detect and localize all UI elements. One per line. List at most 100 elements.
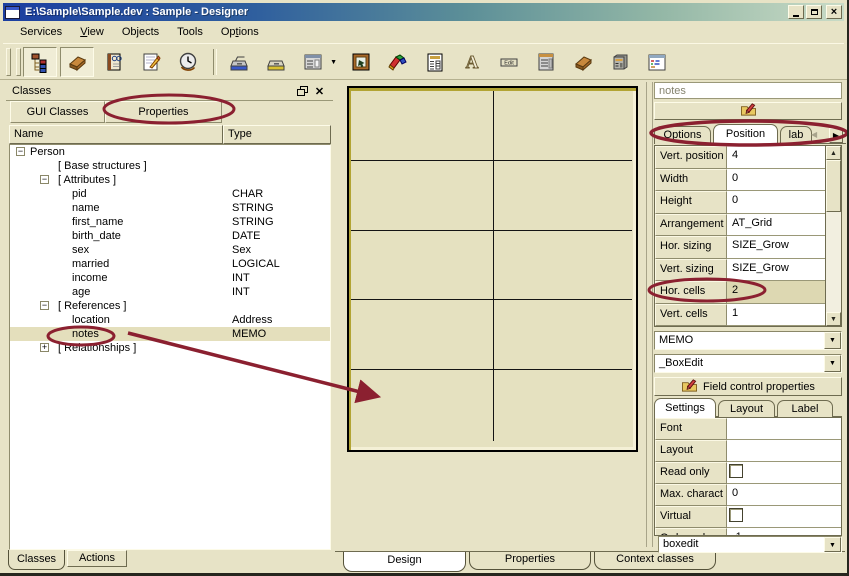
property-value[interactable]: -1 (727, 528, 841, 536)
edit-box-button[interactable]: Edit (492, 47, 526, 77)
book-glasses-button[interactable] (97, 47, 131, 77)
dropdown-arrow-icon[interactable]: ▼ (330, 59, 337, 66)
bottom-tab-properties[interactable]: Properties (469, 552, 591, 570)
bottom-combobox[interactable]: boxedit ▼ (658, 536, 842, 553)
class-tree-button[interactable] (23, 47, 57, 77)
svg-text:Edit: Edit (504, 60, 514, 66)
tab-lab[interactable]: lab (780, 126, 812, 144)
font-button[interactable]: A (455, 47, 489, 77)
property-value[interactable] (727, 462, 841, 484)
form-window-button[interactable]: ▼ (296, 47, 330, 77)
property-value[interactable]: SIZE_Grow (727, 236, 825, 259)
tree-item-type: STRING (232, 201, 274, 215)
property-value[interactable]: 4 (727, 146, 825, 169)
minimize-button[interactable] (788, 5, 804, 19)
bottom-combobox-arrow-icon[interactable]: ▼ (824, 537, 841, 552)
expand-icon[interactable]: + (40, 343, 49, 352)
tree-item-pid[interactable]: pidCHAR (10, 187, 330, 201)
tab-scroll-right-button[interactable]: ▶ (829, 128, 843, 143)
ribbon-button[interactable] (381, 47, 415, 77)
clock-button[interactable] (171, 47, 205, 77)
tree-item-sex[interactable]: sexSex (10, 243, 330, 257)
image-frame-button[interactable] (344, 47, 378, 77)
tab-label[interactable]: Label (777, 400, 833, 418)
tree-item-attributes[interactable]: −[ Attributes ] (10, 173, 330, 187)
bottom-tab-classes[interactable]: Classes (8, 550, 65, 570)
menu-options[interactable]: Options (212, 24, 268, 41)
tab-gui-classes[interactable]: GUI Classes (10, 101, 105, 123)
control-combobox-arrow-icon[interactable]: ▼ (824, 355, 841, 372)
column-header-type[interactable]: Type (223, 125, 331, 144)
maximize-button[interactable] (806, 5, 822, 19)
menu-view[interactable]: View (71, 24, 113, 41)
close-button[interactable]: × (826, 5, 842, 19)
property-value[interactable]: 0 (727, 191, 825, 214)
window-list-button[interactable] (529, 47, 563, 77)
scrollbar-down-button[interactable]: ▼ (826, 312, 841, 326)
collapse-icon[interactable]: − (40, 175, 49, 184)
collapse-icon[interactable]: − (40, 301, 49, 310)
control-combobox[interactable]: _BoxEdit ▼ (654, 354, 842, 373)
column-header-name[interactable]: Name (9, 125, 223, 144)
property-value[interactable] (727, 418, 841, 440)
field-control-properties-button[interactable]: Field control properties (654, 377, 842, 396)
tree-item-location[interactable]: locationAddress (10, 313, 330, 327)
property-value[interactable]: 0 (727, 169, 825, 192)
eraser-button[interactable] (60, 47, 94, 77)
property-value[interactable]: 2 (727, 281, 825, 304)
panel-splitter[interactable] (646, 82, 653, 547)
menu-objects[interactable]: Objects (113, 24, 168, 41)
design-surface[interactable] (347, 86, 638, 452)
checkbox-unchecked[interactable] (729, 464, 743, 478)
float-panel-icon[interactable] (297, 86, 308, 97)
tree-item-person[interactable]: −Person (10, 145, 330, 159)
property-value[interactable]: 1 (727, 304, 825, 327)
tree-item-name[interactable]: nameSTRING (10, 201, 330, 215)
tree-item-first-name[interactable]: first_nameSTRING (10, 215, 330, 229)
checkbox-unchecked[interactable] (729, 508, 743, 522)
property-row-width: Width0 (655, 169, 825, 192)
tab-position[interactable]: Position (713, 124, 778, 144)
drawer-yellow-button[interactable] (259, 47, 293, 77)
field-properties-button[interactable] (654, 102, 842, 120)
toolbar-grip-2[interactable] (16, 48, 21, 76)
tree-item-birth-date[interactable]: birth_dateDATE (10, 229, 330, 243)
scrollbar-up-button[interactable]: ▲ (826, 146, 841, 160)
tab-settings[interactable]: Settings (654, 398, 716, 418)
edit-document-button[interactable] (134, 47, 168, 77)
bottom-tab-design[interactable]: Design (343, 552, 466, 572)
tab-layout[interactable]: Layout (718, 400, 775, 418)
property-value[interactable]: SIZE_Grow (727, 259, 825, 282)
menu-services[interactable]: Services (11, 24, 71, 41)
tree-item-label: [ Base structures ] (58, 159, 147, 173)
property-grid-scrollbar[interactable]: ▲ ▼ (825, 145, 842, 327)
type-combobox-arrow-icon[interactable]: ▼ (824, 332, 841, 349)
tree-item-references[interactable]: −[ References ] (10, 299, 330, 313)
menu-tools[interactable]: Tools (168, 24, 212, 41)
field-name-input[interactable] (654, 82, 842, 99)
close-panel-icon[interactable]: ✕ (314, 86, 325, 97)
property-value[interactable] (727, 506, 841, 528)
bottom-tab-actions[interactable]: Actions (67, 550, 127, 567)
property-value[interactable]: AT_Grid (727, 214, 825, 237)
eraser-brown-button[interactable] (566, 47, 600, 77)
property-value[interactable] (727, 440, 841, 462)
tree-item-age[interactable]: ageINT (10, 285, 330, 299)
tree-item-base-structures[interactable]: [ Base structures ] (10, 159, 330, 173)
collapse-icon[interactable]: − (16, 147, 25, 156)
drawer-blue-button[interactable] (222, 47, 256, 77)
tree-item-relationships[interactable]: +[ Relationships ] (10, 341, 330, 355)
tab-options[interactable]: Options (654, 126, 711, 144)
tab-properties[interactable]: Properties (105, 101, 222, 123)
tree-item-notes[interactable]: notesMEMO (10, 327, 330, 341)
machine-button[interactable] (603, 47, 637, 77)
report-button[interactable] (418, 47, 452, 77)
property-value[interactable]: 0 (727, 484, 841, 506)
code-window-button[interactable] (640, 47, 674, 77)
toolbar-grip[interactable] (6, 48, 11, 76)
field-control-properties-icon (681, 378, 698, 396)
tree-item-income[interactable]: incomeINT (10, 271, 330, 285)
scrollbar-thumb[interactable] (826, 160, 841, 212)
tree-item-married[interactable]: marriedLOGICAL (10, 257, 330, 271)
type-combobox[interactable]: MEMO ▼ (654, 331, 842, 350)
